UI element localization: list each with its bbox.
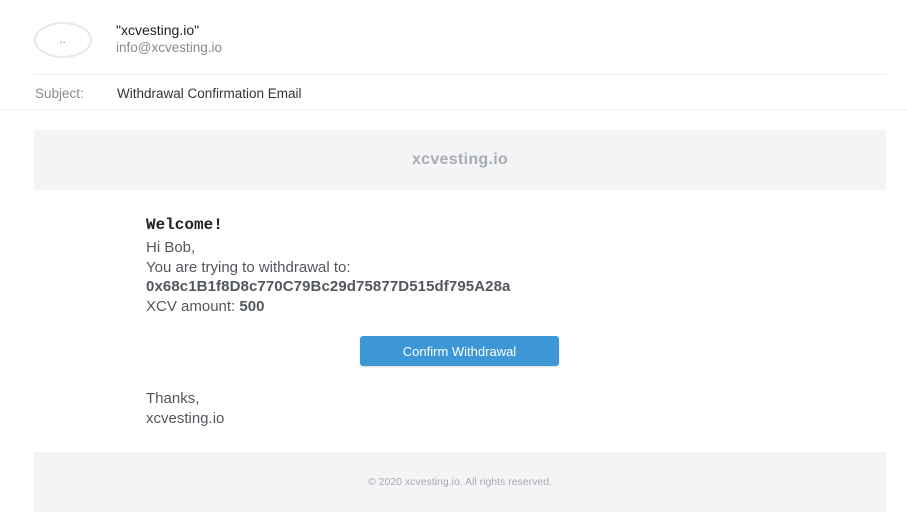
sender-info: "xcvesting.io" info@xcvesting.io — [116, 21, 222, 57]
sender-name: "xcvesting.io" — [116, 22, 200, 38]
brand-name: xcvesting.io — [411, 151, 509, 168]
signature-text: xcvesting.io — [146, 409, 225, 427]
subject-divider — [0, 109, 906, 110]
signoff: Thanks, xcvesting.io — [146, 389, 224, 428]
welcome-heading: Welcome! — [146, 216, 223, 234]
header-divider — [34, 74, 886, 75]
sender-email[interactable]: info@xcvesting.io — [116, 39, 222, 57]
email-brand-header: xcvesting.io — [34, 130, 886, 190]
avatar: .. — [34, 22, 92, 58]
subject-row: Subject: Withdrawal Confirmation Email — [35, 86, 302, 102]
confirm-withdrawal-button[interactable]: Confirm Withdrawal — [360, 336, 559, 366]
email-view: .. "xcvesting.io" info@xcvesting.io Subj… — [0, 0, 906, 512]
amount-line: XCV amount: 500 — [146, 297, 766, 317]
subject-value: Withdrawal Confirmation Email — [117, 86, 302, 101]
amount-label: XCV amount: — [146, 297, 240, 315]
avatar-initials: .. — [59, 35, 67, 45]
sender-header: .. "xcvesting.io" info@xcvesting.io — [34, 20, 222, 60]
thanks-text: Thanks, — [146, 390, 200, 407]
greeting-text: Hi Bob, — [146, 239, 196, 256]
intro-text: You are trying to withdrawal to: — [146, 258, 351, 276]
wallet-address: 0x68c1B1f8D8c770C79Bc29d75877D515df795A2… — [146, 278, 511, 295]
subject-label: Subject: — [35, 86, 84, 101]
email-content: Welcome! Hi Bob, You are trying to withd… — [146, 214, 766, 316]
copyright-text: © 2020 xcvesting.io. All rights reserved… — [368, 476, 552, 488]
email-footer: © 2020 xcvesting.io. All rights reserved… — [34, 452, 886, 512]
amount-value: 500 — [239, 297, 265, 315]
